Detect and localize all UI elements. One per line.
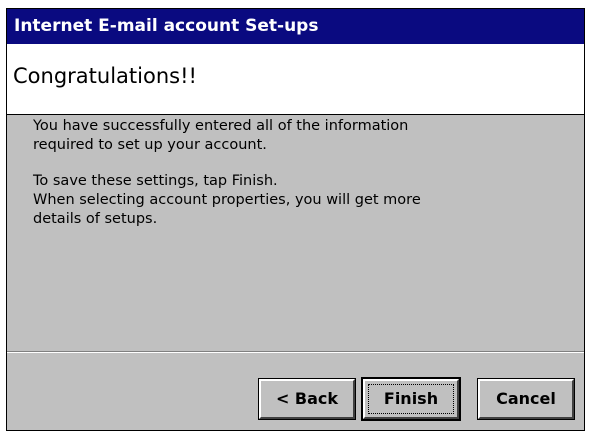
success-message: You have successfully entered all of the… <box>33 118 409 153</box>
window-title: Internet E-mail account Set-ups <box>14 16 319 36</box>
finish-button[interactable]: Finish <box>361 377 461 421</box>
setup-wizard-dialog: Internet E-mail account Set-ups Congratu… <box>6 8 585 431</box>
button-separator <box>7 351 584 353</box>
back-button[interactable]: < Back <box>258 378 356 420</box>
page-title: Congratulations!! <box>13 64 197 88</box>
window-titlebar: Internet E-mail account Set-ups <box>7 9 584 44</box>
cancel-button[interactable]: Cancel <box>477 378 575 420</box>
wizard-body: You have successfully entered all of the… <box>7 115 584 351</box>
wizard-header: Congratulations!! <box>7 44 584 115</box>
finish-button-label: Finish <box>383 389 439 408</box>
instructions-message: To save these settings, tap Finish. When… <box>33 173 421 227</box>
